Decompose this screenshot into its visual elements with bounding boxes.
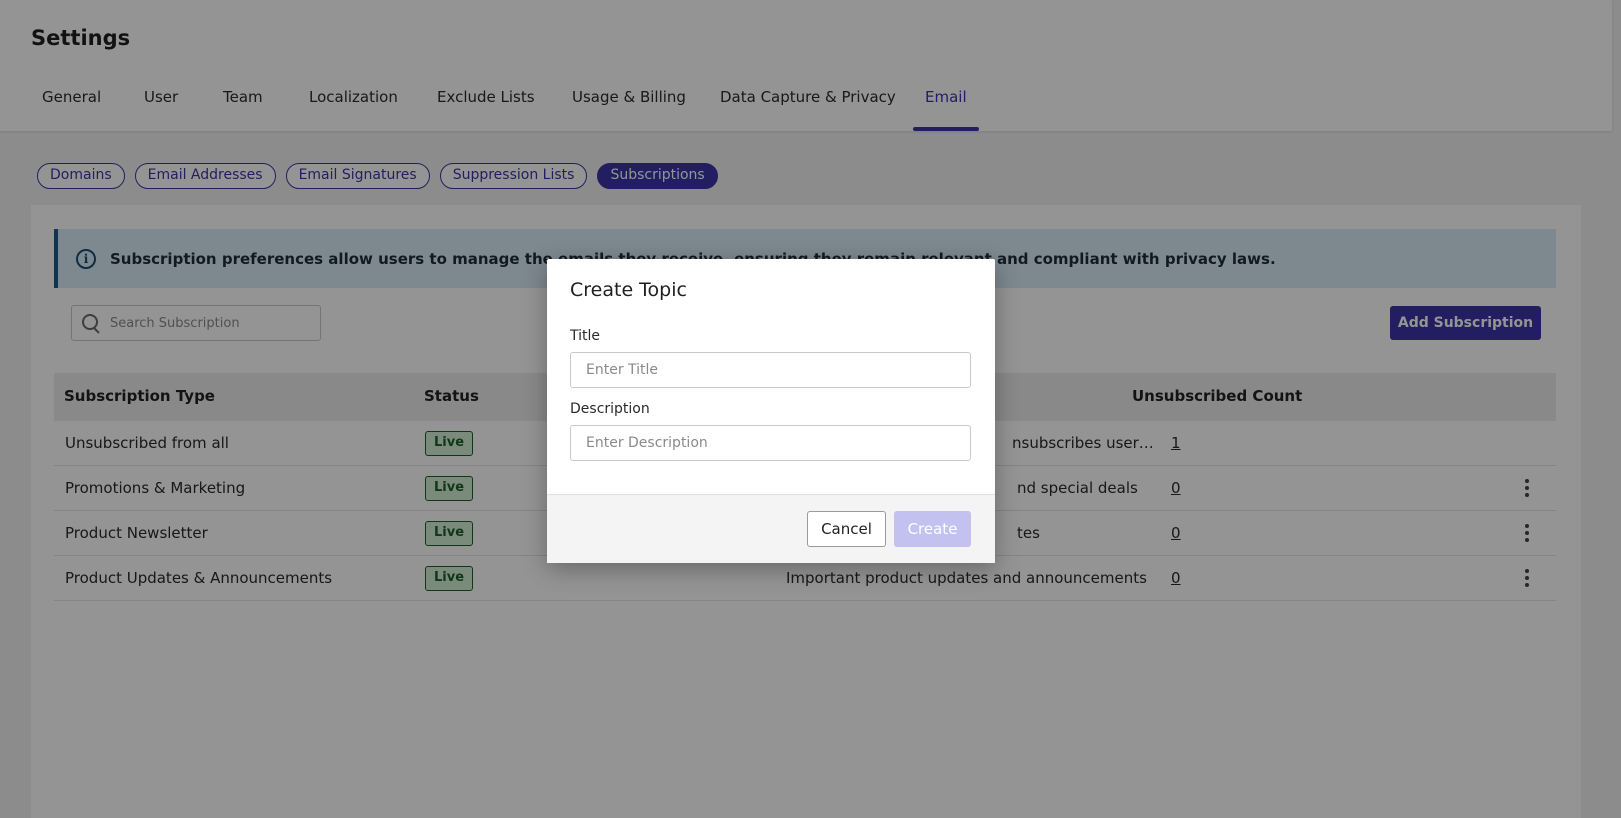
cancel-button[interactable]: Cancel (807, 511, 886, 547)
title-label: Title (570, 328, 601, 344)
create-button[interactable]: Create (894, 511, 971, 547)
create-topic-dialog: Create Topic Title Description Cancel Cr… (547, 259, 995, 563)
description-label: Description (570, 401, 650, 417)
dialog-footer: Cancel Create (547, 494, 995, 563)
title-input[interactable] (570, 352, 971, 388)
dialog-title: Create Topic (570, 279, 687, 301)
description-input[interactable] (570, 425, 971, 461)
